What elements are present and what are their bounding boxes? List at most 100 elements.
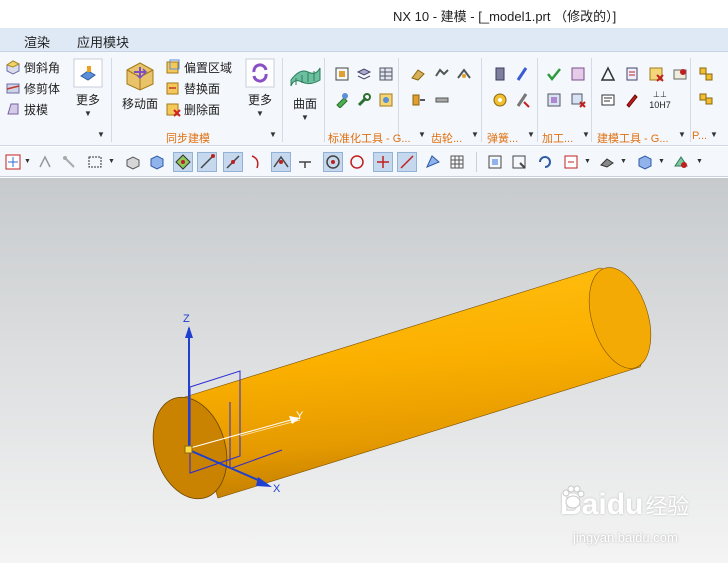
intersection-icon[interactable] (271, 152, 291, 172)
surface-button[interactable]: 曲面 ▼ (288, 58, 322, 122)
divider (282, 58, 283, 142)
sheet-icon[interactable] (410, 66, 426, 82)
menu-render[interactable]: 渲染 (24, 32, 50, 51)
standard-part-icon[interactable] (334, 66, 350, 82)
move-face-button[interactable]: 移动面 (120, 58, 160, 112)
replace-face-button[interactable]: 替换面 (165, 78, 220, 98)
group-p-label: P... (692, 130, 708, 142)
curve-icon[interactable] (248, 153, 266, 171)
spring-tension-icon[interactable] (514, 66, 530, 82)
group-sync-label: 同步建模 (166, 133, 210, 145)
check-icon[interactable] (546, 66, 562, 82)
surface-label: 曲面 (292, 97, 317, 111)
group-standard-tools-label: 标准化工具 - G... (328, 133, 411, 145)
document-icon[interactable] (624, 66, 640, 82)
chevron-down-icon[interactable]: ▼ (582, 130, 590, 139)
layers-icon[interactable] (356, 66, 372, 82)
bolt-set-icon[interactable] (410, 92, 426, 108)
spring-delete-icon[interactable] (514, 92, 530, 108)
chevron-down-icon[interactable]: ▼ (97, 130, 105, 139)
chevron-down-icon: ▼ (256, 109, 264, 118)
gear-spur-icon[interactable] (434, 66, 450, 82)
offset-region-button[interactable]: 偏置区域 (165, 57, 232, 77)
chevron-down-icon[interactable]: ▼ (584, 158, 591, 165)
pen-icon[interactable] (624, 92, 640, 108)
pick-icon[interactable] (60, 153, 78, 171)
feature-more-label: 更多 (75, 93, 100, 107)
chevron-down-icon[interactable]: ▼ (710, 130, 718, 139)
machining-icon[interactable] (570, 66, 586, 82)
divider (111, 58, 112, 142)
cam-icon[interactable] (546, 92, 562, 108)
divider (591, 58, 592, 142)
divider (690, 58, 691, 142)
menu-applications[interactable]: 应用模块 (77, 32, 129, 51)
spring-coil-icon[interactable] (492, 92, 508, 108)
chevron-down-icon[interactable]: ▼ (678, 130, 686, 139)
cylinder-body (184, 267, 646, 499)
gear-box-icon[interactable] (378, 92, 394, 108)
assembly-icon[interactable] (698, 66, 714, 82)
chevron-down-icon[interactable]: ▼ (620, 158, 627, 165)
zoom-icon[interactable] (510, 153, 528, 171)
point-on-face-icon[interactable] (397, 152, 417, 172)
table-icon[interactable] (378, 66, 394, 82)
note-icon[interactable] (600, 92, 616, 108)
chevron-down-icon[interactable]: ▼ (527, 130, 535, 139)
chamfer-button[interactable]: 倒斜角 (5, 57, 60, 77)
graphics-viewport[interactable]: Z X Y Bai du 经验 jingyan.baidu.com (0, 178, 728, 563)
machining-delete-icon[interactable] (570, 92, 586, 108)
rectangle-select-icon[interactable] (86, 153, 104, 171)
wrench-icon[interactable] (356, 92, 372, 108)
rotate-icon[interactable] (536, 153, 554, 171)
draft-button[interactable]: 拔模 (5, 99, 48, 119)
chevron-down-icon[interactable]: ▼ (658, 158, 665, 165)
render-style-icon[interactable] (598, 153, 616, 171)
green-tool-icon[interactable] (334, 92, 350, 108)
trim-body-button[interactable]: 修剪体 (5, 78, 60, 98)
menu-bar: 渲染 应用模块 (0, 28, 728, 52)
bounded-grid-icon[interactable] (424, 153, 442, 171)
chevron-down-icon[interactable]: ▼ (418, 130, 426, 139)
quadrant-icon[interactable] (348, 153, 366, 171)
shaded-cube-icon[interactable] (636, 153, 654, 171)
y-axis-label: Y (296, 410, 304, 422)
trim-body-icon (6, 83, 20, 94)
chevron-down-icon[interactable]: ▼ (24, 158, 31, 165)
delete-face-button[interactable]: 删除面 (165, 99, 220, 119)
dimension-icon[interactable] (648, 66, 664, 82)
select-filter-icon[interactable] (4, 153, 22, 171)
show-hide-icon[interactable] (672, 153, 690, 171)
line-end-icon[interactable] (197, 152, 217, 172)
cube-icon[interactable] (148, 153, 166, 171)
gear-rack-icon[interactable] (434, 92, 450, 108)
tangent-icon[interactable] (296, 153, 314, 171)
chevron-down-icon[interactable]: ▼ (269, 130, 277, 139)
title-bar: NX 10 - 建模 - [_model1.prt （修改的）] (0, 0, 728, 28)
chevron-down-icon[interactable]: ▼ (108, 158, 115, 165)
x-axis-label: X (273, 483, 281, 495)
fit-tolerance-button[interactable]: ⊥⊥ 10H7 (648, 90, 672, 110)
midpoint-icon[interactable] (223, 152, 243, 172)
feature-more-button[interactable]: 更多 ▼ (70, 58, 106, 118)
chevron-down-icon[interactable]: ▼ (471, 130, 479, 139)
gear-bevel-icon[interactable] (456, 66, 472, 82)
triangle-icon[interactable] (600, 66, 616, 82)
chevron-down-icon[interactable]: ▼ (696, 158, 703, 165)
watermark-product: 经验 (645, 494, 690, 519)
move-face-label: 移动面 (121, 97, 158, 111)
orient-view-icon[interactable] (562, 153, 580, 171)
fit-view-icon[interactable] (486, 153, 504, 171)
chevron-down-icon: ▼ (84, 109, 92, 118)
shaded-icon[interactable] (124, 153, 142, 171)
sync-more-button[interactable]: 更多 ▼ (243, 58, 277, 118)
snap-icon[interactable] (36, 153, 54, 171)
spring-icon[interactable] (492, 66, 508, 82)
point-on-curve-icon[interactable] (373, 152, 393, 172)
arc-center-icon[interactable] (323, 152, 343, 172)
snap-point-icon[interactable] (173, 152, 193, 172)
assembly2-icon[interactable] (698, 92, 714, 108)
stamp-icon[interactable] (672, 66, 688, 82)
grid-icon[interactable] (448, 153, 466, 171)
selection-toolbar: ▼ ▼ ▼ ▼ ▼ ▼ (0, 147, 728, 177)
